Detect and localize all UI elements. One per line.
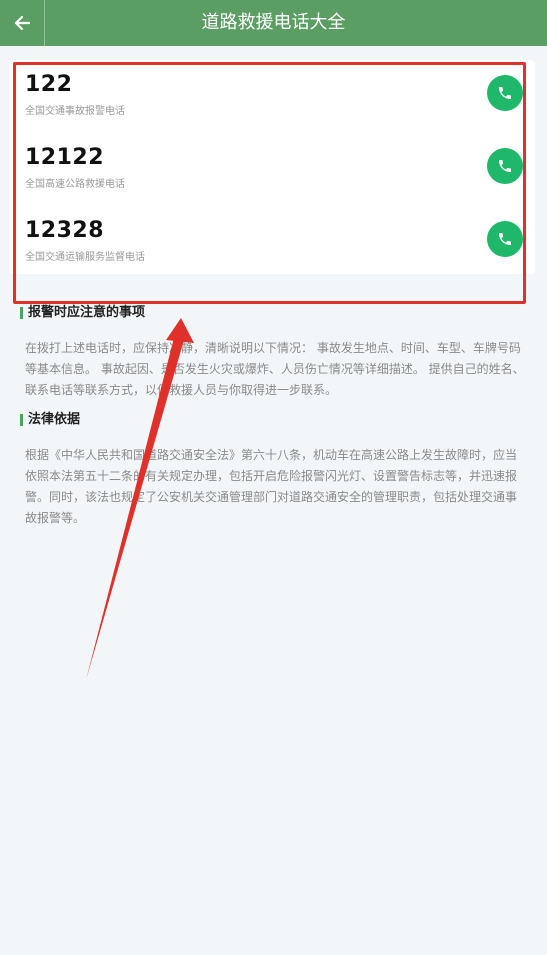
section-body-reporting-notes: 在拨打上述电话时，应保持冷静，清晰说明以下情况： 事故发生地点、时间、车型、车牌…: [25, 341, 525, 397]
hotline-row-12122: 12122 全国高速公路救援电话: [9, 133, 535, 203]
hotline-number: 122: [25, 72, 73, 97]
section-body-legal-basis: 根据《中华人民共和国道路交通安全法》第六十八条，机动车在高速公路上发生故障时，应…: [25, 448, 518, 525]
phone-icon: [499, 160, 511, 172]
phone-icon: [499, 233, 511, 245]
hotline-number: 12122: [25, 145, 105, 170]
hotline-description: 全国高速公路救援电话: [25, 179, 125, 190]
hotline-row-12328: 12328 全国交通运输服务监督电话: [9, 206, 535, 276]
app-header: 道路救援电话大全: [0, 0, 547, 46]
hotline-description: 全国交通运输服务监督电话: [25, 252, 145, 263]
call-button-12122[interactable]: [487, 148, 523, 184]
hotline-card: 122 全国交通事故报警电话 12122 全国高速公路救援电话 12328 全国…: [9, 60, 535, 274]
hotline-description: 全国交通事故报警电话: [25, 106, 125, 117]
call-button-12328[interactable]: [487, 221, 523, 257]
call-button-122[interactable]: [487, 75, 523, 111]
hotline-number: 12328: [25, 218, 105, 243]
phone-icon: [499, 87, 511, 99]
page-title: 道路救援电话大全: [201, 12, 346, 33]
section-title-legal-basis: 法律依据: [20, 412, 80, 428]
hotline-row-122: 122 全国交通事故报警电话: [9, 60, 535, 130]
section-title-reporting-notes: 报警时应注意的事项: [20, 305, 145, 321]
